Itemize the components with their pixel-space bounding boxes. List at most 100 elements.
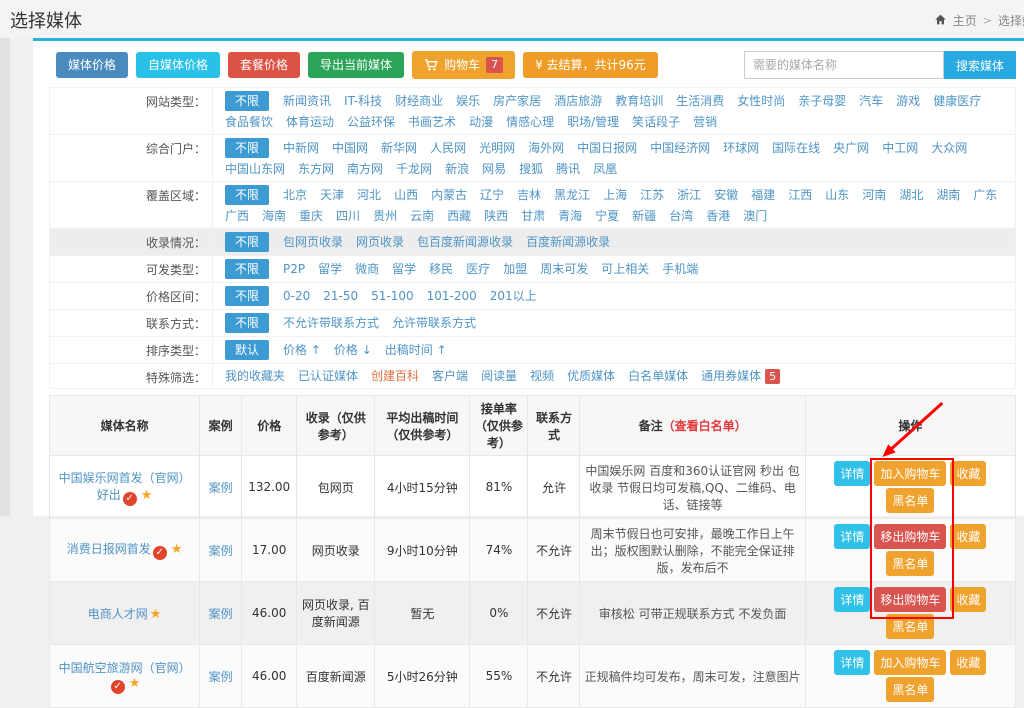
cart-toggle-button[interactable]: 移出购物车 [874, 587, 946, 612]
filter-option[interactable]: 客户端 [432, 366, 468, 386]
cart-button[interactable]: 购物车7 [412, 51, 515, 79]
filter-selected-chip[interactable]: 不限 [225, 313, 269, 333]
filter-option[interactable]: 营销 [693, 112, 717, 132]
filter-option[interactable]: 加盟 [503, 259, 527, 279]
detail-button[interactable]: 详情 [834, 650, 870, 675]
filter-option[interactable]: 内蒙古 [431, 185, 467, 205]
filter-option[interactable]: 上海 [603, 185, 627, 205]
filter-option[interactable]: 海南 [262, 206, 286, 226]
filter-option[interactable]: 已认证媒体 [298, 366, 358, 386]
filter-option[interactable]: 光明网 [479, 138, 515, 158]
filter-option[interactable]: 包百度新闻源收录 [417, 232, 513, 252]
filter-option[interactable]: 出稿时间 ↑ [385, 340, 447, 360]
filter-option[interactable]: 新华网 [381, 138, 417, 158]
filter-option[interactable]: 体育运动 [286, 112, 334, 132]
cart-toggle-button[interactable]: 移出购物车 [874, 524, 946, 549]
filter-selected-chip[interactable]: 默认 [225, 340, 269, 360]
filter-option[interactable]: 凤凰 [593, 159, 617, 179]
filter-option[interactable]: 中国山东网 [225, 159, 285, 179]
filter-option[interactable]: 财经商业 [395, 91, 443, 111]
filter-option[interactable]: 环球网 [723, 138, 759, 158]
filter-option[interactable]: 四川 [336, 206, 360, 226]
filter-option[interactable]: 青海 [558, 206, 582, 226]
filter-option[interactable]: 网易 [482, 159, 506, 179]
case-link[interactable]: 案例 [209, 481, 233, 495]
filter-option[interactable]: 教育培训 [615, 91, 663, 111]
filter-option[interactable]: 笑话段子 [632, 112, 680, 132]
filter-option[interactable]: 101-200 [427, 286, 477, 306]
filter-option[interactable]: 山东 [825, 185, 849, 205]
media-price-button[interactable]: 媒体价格 [56, 52, 128, 78]
filter-option[interactable]: 游戏 [896, 91, 920, 111]
filter-option[interactable]: 陕西 [484, 206, 508, 226]
case-link[interactable]: 案例 [209, 670, 233, 684]
filter-option[interactable]: 视频 [530, 366, 554, 386]
filter-option[interactable]: 贵州 [373, 206, 397, 226]
filter-option[interactable]: 中国经济网 [650, 138, 710, 158]
filter-selected-chip[interactable]: 不限 [225, 91, 269, 111]
filter-option[interactable]: 千龙网 [396, 159, 432, 179]
blacklist-button[interactable]: 黑名单 [886, 677, 934, 702]
cart-toggle-button[interactable]: 加入购物车 [874, 650, 946, 675]
filter-option[interactable]: 北京 [283, 185, 307, 205]
media-search-button[interactable]: 搜索媒体 [944, 51, 1016, 79]
filter-option[interactable]: 澳门 [743, 206, 767, 226]
filter-option[interactable]: 江苏 [640, 185, 664, 205]
media-name-link[interactable]: 消费日报网首发 [67, 542, 151, 556]
blacklist-button[interactable]: 黑名单 [886, 614, 934, 639]
filter-option[interactable]: 创建百科 [371, 366, 419, 386]
filter-option[interactable]: 东方网 [298, 159, 334, 179]
checkout-button[interactable]: ¥ 去结算，共计96元 [523, 52, 658, 78]
filter-option[interactable]: 包网页收录 [283, 232, 343, 252]
filter-option[interactable]: 亲子母婴 [798, 91, 846, 111]
filter-option[interactable]: 我的收藏夹 [225, 366, 285, 386]
filter-option[interactable]: 白名单媒体 [628, 366, 688, 386]
detail-button[interactable]: 详情 [834, 461, 870, 486]
filter-option[interactable]: 女性时尚 [737, 91, 785, 111]
filter-option[interactable]: 医疗 [466, 259, 490, 279]
filter-option[interactable]: 人民网 [430, 138, 466, 158]
filter-option[interactable]: 中工网 [882, 138, 918, 158]
filter-option[interactable]: 湖南 [936, 185, 960, 205]
filter-option[interactable]: 安徽 [714, 185, 738, 205]
breadcrumb-home[interactable]: 主页 [953, 12, 977, 29]
filter-option[interactable]: 留学 [392, 259, 416, 279]
filter-option[interactable]: 中国网 [332, 138, 368, 158]
filter-option[interactable]: 新疆 [632, 206, 656, 226]
filter-option[interactable]: 广东 [973, 185, 997, 205]
filter-option[interactable]: 重庆 [299, 206, 323, 226]
filter-option[interactable]: 汽车 [859, 91, 883, 111]
filter-option[interactable]: 甘肃 [521, 206, 545, 226]
detail-button[interactable]: 详情 [834, 524, 870, 549]
filter-option[interactable]: 河南 [862, 185, 886, 205]
filter-option[interactable]: 黑龙江 [554, 185, 590, 205]
filter-option[interactable]: 百度新闻源收录 [526, 232, 610, 252]
filter-option[interactable]: 中国日报网 [577, 138, 637, 158]
filter-option[interactable]: 娱乐 [456, 91, 480, 111]
filter-option[interactable]: 搜狐 [519, 159, 543, 179]
filter-option[interactable]: 周末可发 [540, 259, 588, 279]
filter-option[interactable]: 香港 [706, 206, 730, 226]
filter-option[interactable]: 南方网 [347, 159, 383, 179]
filter-option[interactable]: 价格 ↓ [334, 340, 372, 360]
filter-option[interactable]: 广西 [225, 206, 249, 226]
blacklist-button[interactable]: 黑名单 [886, 488, 934, 513]
blacklist-button[interactable]: 黑名单 [886, 551, 934, 576]
filter-selected-chip[interactable]: 不限 [225, 138, 269, 158]
filter-option[interactable]: 动漫 [469, 112, 493, 132]
detail-button[interactable]: 详情 [834, 587, 870, 612]
filter-option[interactable]: 留学 [318, 259, 342, 279]
filter-option[interactable]: 21-50 [323, 286, 358, 306]
filter-option[interactable]: 浙江 [677, 185, 701, 205]
package-price-button[interactable]: 套餐价格 [228, 52, 300, 78]
filter-option[interactable]: 新浪 [445, 159, 469, 179]
filter-option[interactable]: 微商 [355, 259, 379, 279]
filter-option[interactable]: 湖北 [899, 185, 923, 205]
filter-option[interactable]: 福建 [751, 185, 775, 205]
filter-option[interactable]: 阅读量 [481, 366, 517, 386]
filter-option[interactable]: 江西 [788, 185, 812, 205]
filter-option[interactable]: 允许带联系方式 [392, 313, 476, 333]
filter-option[interactable]: 辽宁 [480, 185, 504, 205]
filter-option[interactable]: 台湾 [669, 206, 693, 226]
filter-option[interactable]: 手机端 [662, 259, 698, 279]
